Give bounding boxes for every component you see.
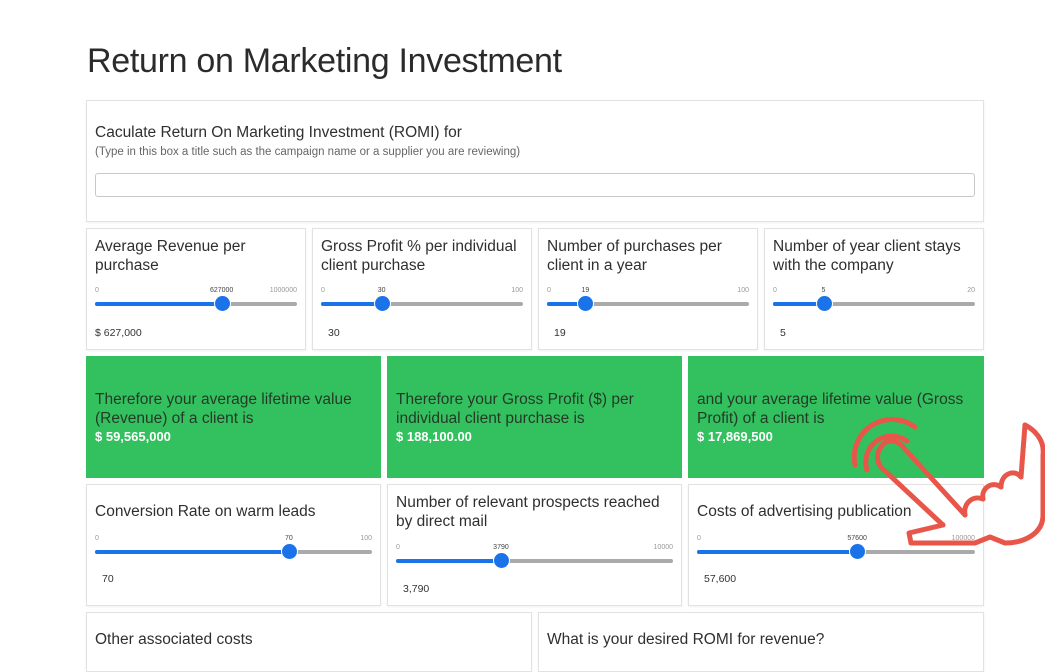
slider-current-label: 30	[377, 287, 386, 294]
slider-handle[interactable]	[850, 544, 866, 559]
slider-handle[interactable]	[493, 553, 509, 568]
prospects-value: 3,790	[403, 583, 430, 595]
slider-min-label: 0	[697, 535, 701, 542]
campaign-hint: (Type in this box a title such as the ca…	[95, 146, 521, 158]
purchases-per-year-label: Number of purchases per client in a year	[547, 238, 722, 274]
purchases-per-year-value: 19	[554, 327, 566, 339]
slider-max-label: 100000	[951, 535, 975, 542]
other-costs-card: Other associated costs	[86, 612, 532, 672]
conversion-rate-value: 70	[102, 573, 114, 585]
years-retained-value: 5	[780, 327, 786, 339]
gross-profit-result: Therefore your Gross Profit ($) per indi…	[387, 356, 682, 478]
lifetime-revenue-value: $ 59,565,000	[95, 429, 171, 444]
gross-profit-label: Therefore your Gross Profit ($) per indi…	[396, 391, 634, 427]
desired-romi-label: What is your desired ROMI for revenue?	[547, 631, 825, 648]
slider-max-label: 1000000	[269, 287, 297, 294]
campaign-title-input[interactable]	[95, 173, 975, 197]
ad-costs-card: Costs of advertising publication 0 10000…	[688, 484, 984, 606]
slider-current-label: 19	[581, 287, 590, 294]
slider-current-label: 5	[821, 287, 826, 294]
slider-handle[interactable]	[214, 296, 230, 311]
gross-profit-pct-value: 30	[328, 327, 340, 339]
slider-min-label: 0	[95, 287, 99, 294]
slider-max-label: 10000	[653, 544, 673, 551]
ad-costs-slider[interactable]: 0 100000 57600	[697, 535, 975, 565]
slider-current-label: 70	[284, 535, 293, 542]
years-retained-label: Number of year client stays with the com…	[773, 238, 961, 274]
lifetime-gross-profit-result: and your average lifetime value (Gross P…	[688, 356, 984, 478]
desired-romi-card: What is your desired ROMI for revenue?	[538, 612, 984, 672]
avg-revenue-card: Average Revenue per purchase 0 1000000 6…	[86, 228, 306, 350]
gross-profit-pct-slider[interactable]: 0 100 30	[321, 287, 523, 317]
campaign-card: Caculate Return On Marketing Investment …	[86, 100, 984, 222]
other-costs-label: Other associated costs	[95, 631, 253, 648]
prospects-slider[interactable]: 0 10000 3790	[396, 544, 673, 574]
prospects-label: Number of relevant prospects reached by …	[396, 494, 660, 530]
slider-current-label: 627000	[209, 287, 234, 294]
lifetime-gross-profit-value: $ 17,869,500	[697, 429, 773, 444]
lifetime-gross-profit-label: and your average lifetime value (Gross P…	[697, 391, 964, 427]
slider-max-label: 20	[967, 287, 975, 294]
avg-revenue-value: $ 627,000	[95, 327, 142, 339]
conversion-rate-label: Conversion Rate on warm leads	[95, 503, 316, 520]
slider-current-label: 57600	[847, 535, 867, 542]
slider-fill	[396, 559, 501, 563]
years-retained-card: Number of year client stays with the com…	[764, 228, 984, 350]
slider-fill	[321, 302, 382, 306]
lifetime-revenue-result: Therefore your average lifetime value (R…	[86, 356, 381, 478]
slider-fill	[773, 302, 824, 306]
purchases-per-year-card: Number of purchases per client in a year…	[538, 228, 758, 350]
gross-profit-pct-label: Gross Profit % per individual client pur…	[321, 238, 517, 274]
page-title: Return on Marketing Investment	[87, 42, 562, 80]
purchases-per-year-slider[interactable]: 0 100 19	[547, 287, 749, 317]
slider-handle[interactable]	[374, 296, 390, 311]
slider-max-label: 100	[511, 287, 523, 294]
ad-costs-label: Costs of advertising publication	[697, 503, 912, 520]
slider-handle[interactable]	[816, 296, 832, 311]
slider-handle[interactable]	[578, 296, 594, 311]
years-retained-slider[interactable]: 0 20 5	[773, 287, 975, 317]
conversion-rate-card: Conversion Rate on warm leads 0 100 70 7…	[86, 484, 381, 606]
campaign-label: Caculate Return On Marketing Investment …	[95, 124, 462, 141]
lifetime-revenue-label: Therefore your average lifetime value (R…	[95, 391, 352, 427]
slider-fill	[95, 550, 289, 554]
gross-profit-pct-card: Gross Profit % per individual client pur…	[312, 228, 532, 350]
conversion-rate-slider[interactable]: 0 100 70	[95, 535, 372, 565]
slider-max-label: 100	[737, 287, 749, 294]
slider-min-label: 0	[547, 287, 551, 294]
gross-profit-value: $ 188,100.00	[396, 429, 472, 444]
slider-current-label: 3790	[493, 544, 509, 551]
slider-min-label: 0	[95, 535, 99, 542]
slider-handle[interactable]	[281, 544, 297, 559]
slider-fill	[697, 550, 858, 554]
prospects-card: Number of relevant prospects reached by …	[387, 484, 682, 606]
avg-revenue-slider[interactable]: 0 1000000 627000	[95, 287, 297, 317]
slider-fill	[95, 302, 222, 306]
ad-costs-value: 57,600	[704, 573, 737, 585]
slider-max-label: 100	[360, 535, 372, 542]
avg-revenue-label: Average Revenue per purchase	[95, 238, 246, 274]
slider-min-label: 0	[773, 287, 777, 294]
slider-min-label: 0	[321, 287, 325, 294]
slider-min-label: 0	[396, 544, 400, 551]
